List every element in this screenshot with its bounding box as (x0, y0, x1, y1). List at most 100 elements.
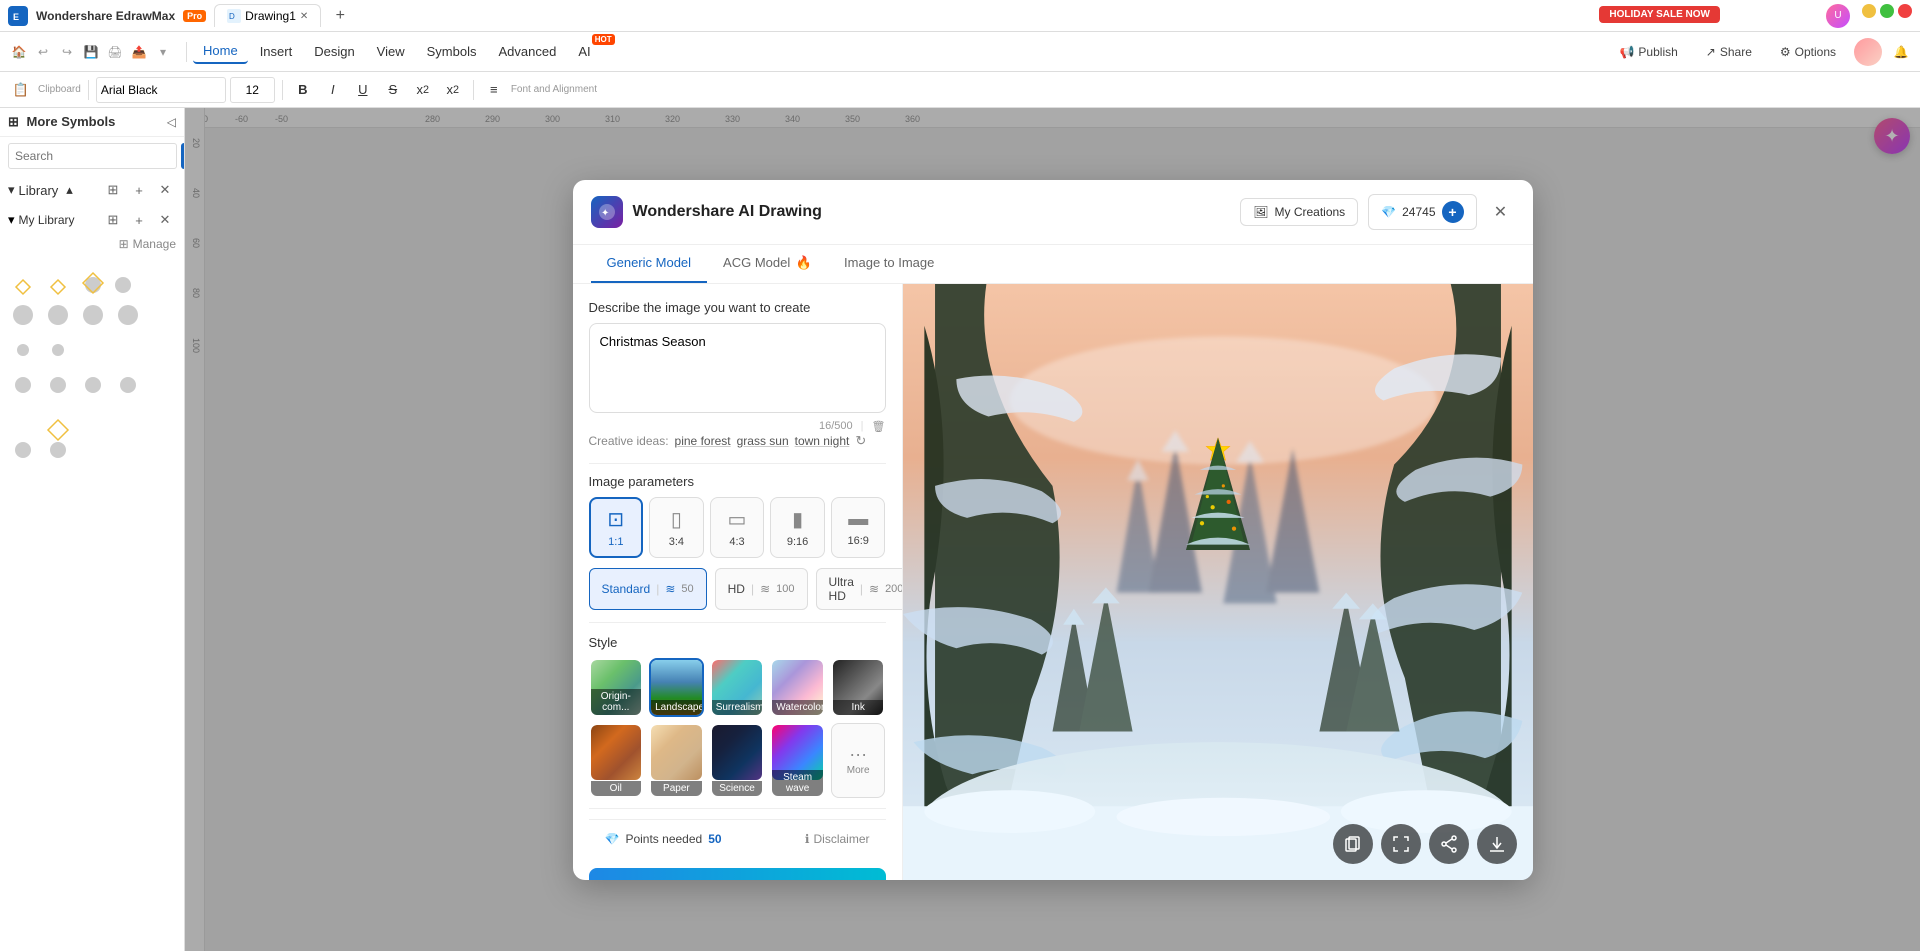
library-close-button[interactable]: ✕ (154, 179, 176, 201)
add-points-button[interactable]: + (1442, 201, 1464, 223)
ultra-hd-label: Ultra HD (829, 575, 854, 603)
modal-right-panel (903, 284, 1533, 880)
underline-button[interactable]: U (350, 77, 376, 103)
ai-hot-badge: HOT (592, 34, 615, 45)
style-surrealism[interactable]: Surrealism (710, 658, 765, 717)
prompt-textarea[interactable]: Christmas Season (589, 323, 886, 413)
points-needed-label: Points needed (625, 832, 702, 846)
print-button[interactable]: 🖨 (104, 41, 126, 63)
quality-hd[interactable]: HD | ≋ 100 (715, 568, 808, 610)
align-button[interactable]: ≡ (481, 77, 507, 103)
modal-header: ✦ Wondershare AI Drawing 🖼 My Creations … (573, 180, 1533, 245)
tab-label: Drawing1 (245, 9, 296, 23)
manage-area: ⊞ Manage (0, 235, 184, 257)
save-button[interactable]: 💾 (80, 41, 102, 63)
points-needed-value: 50 (708, 832, 721, 846)
my-library-add-button[interactable]: + (128, 209, 150, 231)
style-more-button[interactable]: ··· More (831, 723, 886, 798)
canvas-area[interactable]: -70 -60 -50 280 290 300 310 320 330 340 … (185, 108, 1920, 951)
app-logo: E (8, 6, 28, 26)
italic-button[interactable]: I (320, 77, 346, 103)
options-button[interactable]: ⚙ Options (1770, 41, 1846, 63)
maximize-button[interactable] (1880, 4, 1894, 18)
publish-button[interactable]: 📢 Publish (1609, 41, 1687, 63)
search-input[interactable] (8, 143, 177, 169)
superscript-button[interactable]: x2 (440, 77, 466, 103)
menu-symbols[interactable]: Symbols (417, 40, 487, 63)
quality-ultra-hd[interactable]: Ultra HD | ≋ 200 (816, 568, 903, 610)
manage-link[interactable]: ⊞ Manage (119, 237, 176, 251)
refresh-ideas-button[interactable]: ↻ (855, 433, 866, 449)
tab-image-to-image[interactable]: Image to Image (828, 245, 950, 283)
share-image-button[interactable] (1429, 824, 1469, 864)
style-watercolor[interactable]: Watercolor (770, 658, 825, 717)
home-button[interactable]: 🏠 (8, 41, 30, 63)
points-value: 24745 (1402, 205, 1435, 219)
ratio-3-4[interactable]: ▯ 3:4 (649, 497, 704, 558)
formatting-toolbar: 📋 Clipboard B I U S x2 x2 ≡ Font and Ali… (0, 72, 1920, 108)
ai-drawing-modal: ✦ Wondershare AI Drawing 🖼 My Creations … (573, 180, 1533, 880)
menu-view[interactable]: View (367, 40, 415, 63)
idea-town-night[interactable]: town night (795, 434, 850, 448)
style-origin[interactable]: Origin-com... (589, 658, 644, 717)
svg-text:✦: ✦ (601, 208, 609, 219)
my-library-grid-button[interactable]: ⊞ (102, 209, 124, 231)
modal-footer: 💎 Points needed 50 ℹ Disclaimer (589, 819, 886, 858)
idea-grass-sun[interactable]: grass sun (737, 434, 789, 448)
library-grid-view-button[interactable]: ⊞ (102, 179, 124, 201)
menu-insert[interactable]: Insert (250, 40, 303, 63)
menu-advanced[interactable]: Advanced (488, 40, 566, 63)
active-tab[interactable]: D Drawing1 ✕ (214, 4, 321, 27)
standard-pts: 50 (681, 583, 693, 595)
download-image-button[interactable] (1477, 824, 1517, 864)
user-avatar-menu[interactable] (1854, 38, 1882, 66)
style-science[interactable]: Science (710, 723, 765, 798)
library-add-button[interactable]: + (128, 179, 150, 201)
style-origin-label: Origin-com... (591, 689, 642, 715)
style-ink[interactable]: Ink (831, 658, 886, 717)
new-tab-button[interactable]: + (329, 5, 351, 27)
ratio-9-16[interactable]: ▮ 9:16 (770, 497, 825, 558)
export-button[interactable]: 📤 (128, 41, 150, 63)
tab-close-btn[interactable]: ✕ (300, 11, 308, 22)
font-family-input[interactable] (96, 77, 226, 103)
create-again-button[interactable]: Create again (589, 868, 886, 880)
redo-button[interactable]: ↪ (56, 41, 78, 63)
menu-design[interactable]: Design (304, 40, 364, 63)
tab-generic-model[interactable]: Generic Model (591, 245, 708, 283)
modal-close-button[interactable]: ✕ (1487, 198, 1515, 226)
my-creations-button[interactable]: 🖼 My Creations (1240, 198, 1358, 226)
notification-button[interactable]: 🔔 (1890, 41, 1912, 63)
menu-home[interactable]: Home (193, 39, 248, 64)
bold-button[interactable]: B (290, 77, 316, 103)
user-avatar[interactable]: U (1826, 4, 1850, 28)
sidebar-collapse-button[interactable]: ◁ (167, 115, 176, 129)
share-button[interactable]: ↗ Share (1696, 41, 1762, 63)
ratio-1-1[interactable]: ⊡ 1:1 (589, 497, 644, 558)
ratio-4-3[interactable]: ▭ 4:3 (710, 497, 765, 558)
ratio-16-9[interactable]: ▬ 16:9 (831, 497, 886, 558)
style-oil[interactable]: Oil (589, 723, 644, 798)
undo-button[interactable]: ↩ (32, 41, 54, 63)
more-button[interactable]: ▾ (152, 41, 174, 63)
options-label: Options (1795, 45, 1836, 59)
minimize-button[interactable] (1862, 4, 1876, 18)
close-window-button[interactable] (1898, 4, 1912, 18)
font-alignment-label: Font and Alignment (511, 84, 597, 95)
style-landscape[interactable]: Landscape (649, 658, 704, 717)
strikethrough-button[interactable]: S (380, 77, 406, 103)
disclaimer-link[interactable]: ℹ Disclaimer (805, 832, 870, 846)
style-steamwave[interactable]: Steam wave (770, 723, 825, 798)
quality-standard[interactable]: Standard | ≋ 50 (589, 568, 707, 610)
tab-acg-model[interactable]: ACG Model 🔥 (707, 245, 828, 283)
copy-image-button[interactable] (1333, 824, 1373, 864)
style-paper[interactable]: Paper (649, 723, 704, 798)
my-library-manage-button[interactable]: ✕ (154, 209, 176, 231)
expand-image-button[interactable] (1381, 824, 1421, 864)
menu-ai[interactable]: AI HOT (568, 40, 600, 63)
clear-prompt-button[interactable]: 🗑 (872, 420, 886, 433)
font-size-input[interactable] (230, 77, 275, 103)
modal-overlay: ✦ Wondershare AI Drawing 🖼 My Creations … (185, 108, 1920, 951)
subscript-button[interactable]: x2 (410, 77, 436, 103)
idea-pine-forest[interactable]: pine forest (675, 434, 731, 448)
